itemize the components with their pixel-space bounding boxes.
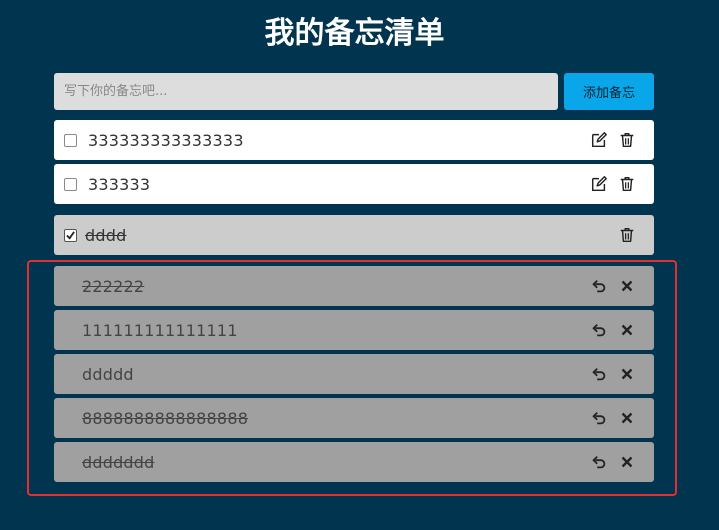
undo-icon[interactable]: [590, 321, 608, 339]
close-icon[interactable]: [618, 365, 636, 383]
undo-icon[interactable]: [590, 365, 608, 383]
memo-text: ddddddd: [82, 452, 155, 472]
undo-icon[interactable]: [590, 453, 608, 471]
edit-icon[interactable]: [590, 175, 608, 193]
memo-text: ddddd: [82, 364, 134, 384]
close-icon[interactable]: [618, 453, 636, 471]
memo-text: dddd: [85, 225, 127, 245]
completed-memo-item: dddd: [54, 215, 654, 255]
undo-icon[interactable]: [590, 409, 608, 427]
memo-text: 8888888888888888: [82, 408, 249, 428]
memo-item: 333333: [54, 164, 654, 204]
trash-icon[interactable]: [618, 226, 636, 244]
deleted-memo-item: 222222: [54, 266, 654, 306]
memo-text: 222222: [82, 276, 145, 296]
deleted-memo-item: ddddddd: [54, 442, 654, 482]
memo-checkbox-checked[interactable]: [64, 228, 77, 242]
page-title: 我的备忘清单: [264, 16, 445, 51]
edit-icon[interactable]: [590, 131, 608, 149]
memo-item: 333333333333333: [54, 120, 654, 160]
memo-checkbox[interactable]: [64, 177, 77, 191]
memo-text: 333333: [88, 174, 151, 194]
close-icon[interactable]: [618, 321, 636, 339]
close-icon[interactable]: [618, 409, 636, 427]
checkmark-icon: [66, 230, 75, 240]
memo-text: 111111111111111: [82, 320, 238, 340]
memo-text: 333333333333333: [88, 130, 244, 150]
memo-checkbox[interactable]: [64, 133, 77, 147]
trash-icon[interactable]: [618, 131, 636, 149]
add-memo-button[interactable]: 添加备忘: [564, 73, 654, 110]
trash-icon[interactable]: [618, 175, 636, 193]
close-icon[interactable]: [618, 277, 636, 295]
memo-input[interactable]: [54, 73, 558, 110]
deleted-memo-item: ddddd: [54, 354, 654, 394]
deleted-memo-item: 8888888888888888: [54, 398, 654, 438]
deleted-memo-item: 111111111111111: [54, 310, 654, 350]
undo-icon[interactable]: [590, 277, 608, 295]
